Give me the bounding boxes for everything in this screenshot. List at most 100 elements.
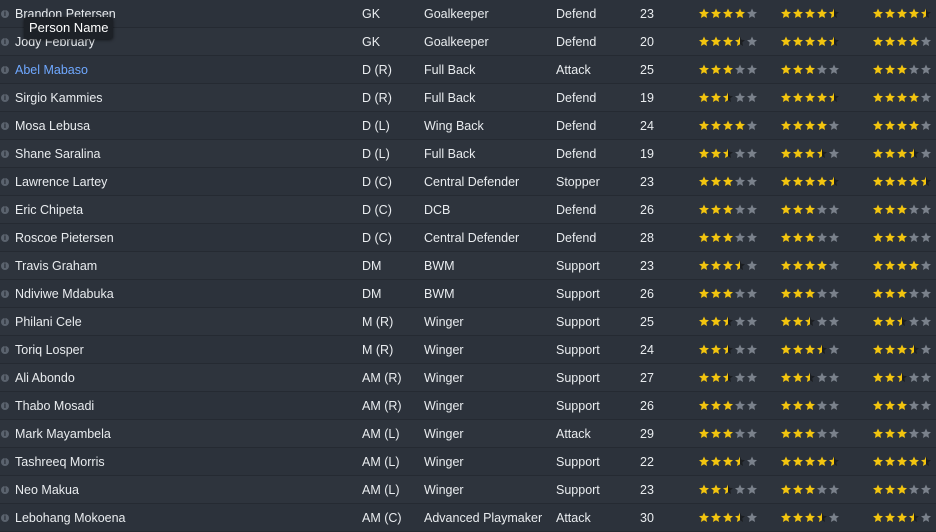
table-row[interactable]: i Lebohang Mokoena AM (C) Advanced Playmake… (0, 504, 936, 532)
player-name[interactable]: Mark Mayambela (15, 420, 111, 448)
info-icon[interactable]: i (1, 10, 9, 18)
info-icon[interactable]: i (1, 430, 9, 438)
star-icon (873, 204, 883, 215)
table-row[interactable]: i Eric Chipeta D (C) DCB Defend 26 (0, 196, 936, 224)
star-rating (698, 287, 758, 301)
player-name[interactable]: Shane Saralina (15, 140, 100, 168)
star-icon (711, 456, 721, 467)
player-role: Winger (424, 399, 464, 413)
info-icon[interactable]: i (1, 374, 9, 382)
table-row[interactable]: i Shane Saralina D (L) Full Back Defend 19 (0, 140, 936, 168)
star-icon (711, 428, 721, 439)
info-icon[interactable]: i (1, 514, 9, 522)
table-row[interactable]: i Roscoe Pietersen D (C) Central Defender De… (0, 224, 936, 252)
player-name[interactable]: Ndiviwe Mdabuka (15, 280, 114, 308)
player-name[interactable]: Thabo Mosadi (15, 392, 94, 420)
table-row[interactable]: i Thabo Mosadi AM (R) Winger Support 26 (0, 392, 936, 420)
player-name[interactable]: Abel Mabaso (15, 56, 88, 84)
star-icon (781, 372, 791, 383)
player-name[interactable]: Lawrence Lartey (15, 168, 107, 196)
info-icon[interactable]: i (1, 290, 9, 298)
table-row[interactable]: i Ali Abondo AM (R) Winger Support 27 (0, 364, 936, 392)
table-row[interactable]: i Brandon Petersen GK Goalkeeper Defend 23 (0, 0, 936, 28)
star-rating (780, 455, 840, 469)
half-star-icon (735, 512, 745, 523)
info-icon[interactable]: i (1, 150, 9, 158)
info-icon[interactable]: i (1, 122, 9, 130)
star-icon (781, 512, 791, 523)
star-rating (780, 7, 840, 21)
info-icon[interactable]: i (1, 206, 9, 214)
half-star-icon (829, 456, 839, 467)
star-icon (793, 120, 803, 131)
table-row[interactable]: i Toriq Losper M (R) Winger Support 24 (0, 336, 936, 364)
star-icon (885, 344, 895, 355)
star-icon (805, 232, 815, 243)
player-name[interactable]: Lebohang Mokoena (15, 504, 126, 532)
star-icon (897, 232, 907, 243)
table-row[interactable]: i Sirgio Kammies D (R) Full Back Defend 19 (0, 84, 936, 112)
table-row[interactable]: i Travis Graham DM BWM Support 23 (0, 252, 936, 280)
star-icon (711, 316, 721, 327)
star-rating (698, 399, 758, 413)
star-icon (885, 92, 895, 103)
player-position: AM (R) (362, 399, 402, 413)
table-row[interactable]: i Mark Mayambela AM (L) Winger Attack 29 (0, 420, 936, 448)
player-age: 30 (640, 511, 654, 525)
empty-star-icon (747, 8, 757, 19)
star-icon (805, 344, 815, 355)
star-icon (711, 120, 721, 131)
player-name[interactable]: Sirgio Kammies (15, 84, 103, 112)
star-icon (793, 92, 803, 103)
player-name[interactable]: Ali Abondo (15, 364, 75, 392)
player-name[interactable]: Eric Chipeta (15, 196, 83, 224)
player-name[interactable]: Toriq Losper (15, 336, 84, 364)
table-row[interactable]: i Neo Makua AM (L) Winger Support 23 (0, 476, 936, 504)
info-icon[interactable]: i (1, 458, 9, 466)
info-icon[interactable]: i (1, 94, 9, 102)
player-name[interactable]: Neo Makua (15, 476, 79, 504)
star-icon (897, 456, 907, 467)
table-row[interactable]: i Abel Mabaso D (R) Full Back Attack 25 (0, 56, 936, 84)
player-name[interactable]: Tashreeq Morris (15, 448, 105, 476)
player-name[interactable]: Mosa Lebusa (15, 112, 90, 140)
info-icon[interactable]: i (1, 318, 9, 326)
table-row[interactable]: i Lawrence Lartey D (C) Central Defender Sto… (0, 168, 936, 196)
star-icon (723, 64, 733, 75)
info-icon[interactable]: i (1, 486, 9, 494)
player-name[interactable]: Travis Graham (15, 252, 97, 280)
star-rating (698, 511, 758, 525)
player-duty: Defend (556, 119, 597, 133)
star-icon (699, 232, 709, 243)
star-icon (735, 8, 745, 19)
info-icon[interactable]: i (1, 262, 9, 270)
info-icon[interactable]: i (1, 402, 9, 410)
table-row[interactable]: i Philani Cele M (R) Winger Support 25 (0, 308, 936, 336)
table-row[interactable]: i Ndiviwe Mdabuka DM BWM Support 26 (0, 280, 936, 308)
star-rating (872, 483, 932, 497)
empty-star-icon (747, 512, 757, 523)
star-icon (781, 64, 791, 75)
star-rating (780, 511, 840, 525)
star-icon (793, 512, 803, 523)
empty-star-icon (909, 372, 919, 383)
info-icon[interactable]: i (1, 178, 9, 186)
star-rating (698, 427, 758, 441)
info-icon[interactable]: i (1, 38, 9, 46)
empty-star-icon (735, 372, 745, 383)
table-row[interactable]: i Tashreeq Morris AM (L) Winger Support 22 (0, 448, 936, 476)
table-row[interactable]: i Jody February GK Goalkeeper Defend 20 (0, 28, 936, 56)
info-icon[interactable]: i (1, 66, 9, 74)
star-icon (897, 512, 907, 523)
info-icon[interactable]: i (1, 346, 9, 354)
star-icon (723, 8, 733, 19)
info-icon[interactable]: i (1, 234, 9, 242)
player-name[interactable]: Philani Cele (15, 308, 82, 336)
star-icon (781, 484, 791, 495)
empty-star-icon (909, 428, 919, 439)
table-row[interactable]: i Mosa Lebusa D (L) Wing Back Defend 24 (0, 112, 936, 140)
player-name[interactable]: Roscoe Pietersen (15, 224, 114, 252)
star-icon (723, 204, 733, 215)
star-icon (909, 92, 919, 103)
player-duty: Support (556, 343, 600, 357)
